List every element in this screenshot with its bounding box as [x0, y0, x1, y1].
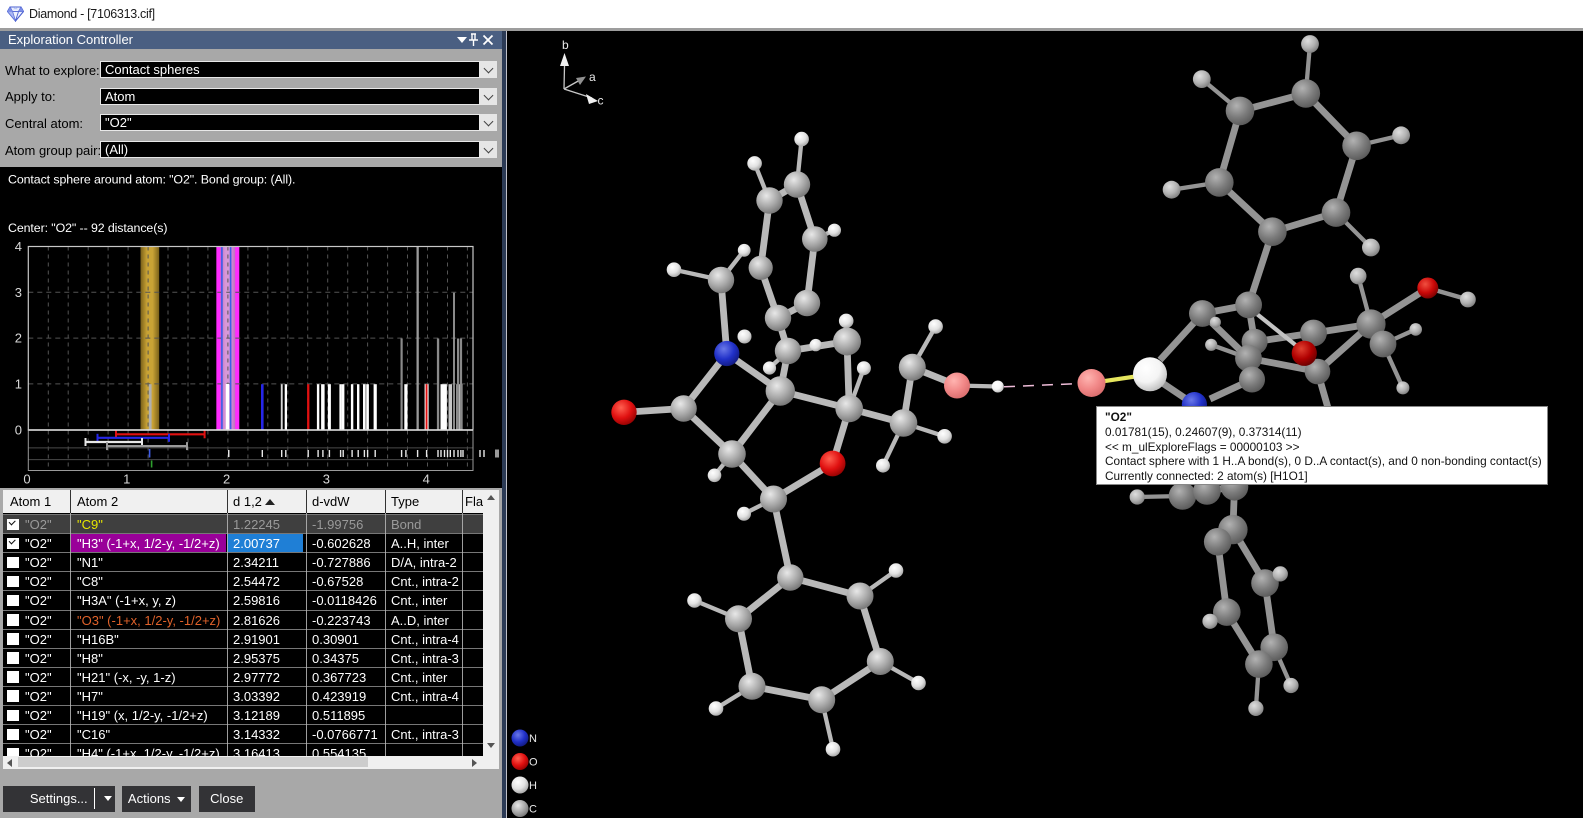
svg-text:O: O: [529, 757, 538, 769]
svg-text:4: 4: [423, 471, 430, 486]
svg-text:3: 3: [15, 284, 22, 299]
svg-text:b: b: [562, 38, 569, 52]
svg-text:N: N: [529, 733, 537, 745]
svg-text:0: 0: [15, 422, 22, 437]
svg-text:Center: "O2" -- 92 distance(s): Center: "O2" -- 92 distance(s): [8, 221, 167, 235]
svg-text:c: c: [598, 94, 604, 108]
svg-text:0: 0: [23, 471, 30, 486]
svg-text:1: 1: [15, 376, 22, 391]
svg-text:1: 1: [123, 471, 130, 486]
svg-text:C: C: [529, 804, 537, 816]
svg-text:3: 3: [323, 471, 330, 486]
svg-text:H: H: [529, 780, 537, 792]
svg-text:2: 2: [15, 330, 22, 345]
svg-text:a: a: [589, 70, 596, 84]
svg-text:4: 4: [15, 239, 22, 254]
svg-text:Contact sphere around atom: "O: Contact sphere around atom: "O2". Bond g…: [8, 172, 295, 186]
svg-text:2: 2: [223, 471, 230, 486]
